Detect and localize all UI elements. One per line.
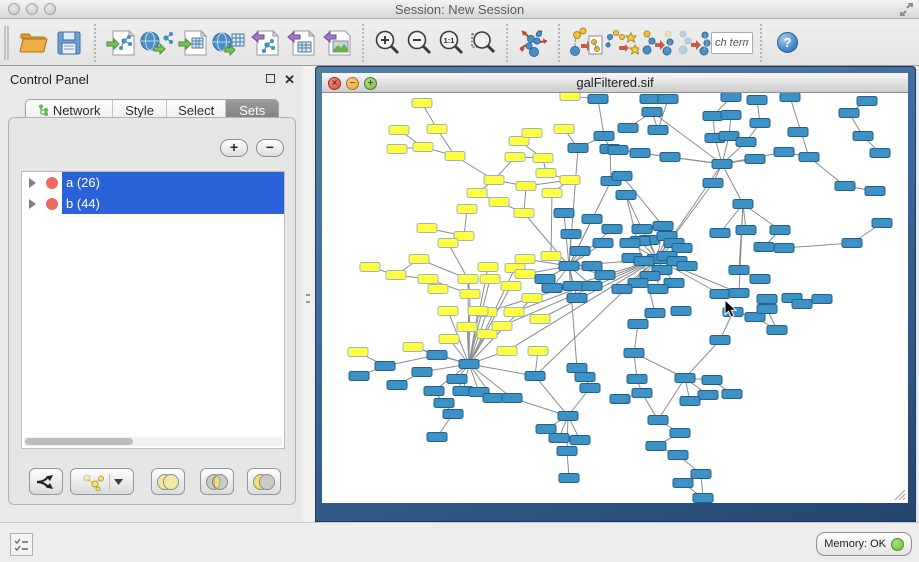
set-label: b (44) [66,193,100,214]
import-table-file-icon [177,28,209,58]
toolbar-drag-handle[interactable] [4,26,9,60]
svg-text:1:1: 1:1 [444,36,455,45]
zoom-actual-size-icon: 1:1 [437,29,465,57]
select-from-file-icon [567,26,603,60]
sets-panel: + − a (26) b (44) [8,117,296,505]
import-network-url-icon [140,28,174,58]
export-image-button[interactable] [319,24,355,62]
zoom-in-button[interactable] [371,24,403,62]
network-canvas[interactable] [322,93,908,503]
export-network-icon [250,28,280,58]
apply-layout-button[interactable] [515,24,551,62]
export-image-icon [322,28,352,58]
import-network-url-button[interactable] [139,24,175,62]
task-history-button[interactable] [10,533,33,556]
zoom-out-button[interactable] [403,24,435,62]
network-frame[interactable]: × − + galFiltered.sif [315,66,916,522]
import-network-file-button[interactable] [103,24,139,62]
memory-ok-indicator [891,538,904,551]
set-color-dot [46,198,58,210]
export-table-button[interactable] [283,24,319,62]
network-graph[interactable] [322,93,908,503]
save-session-button[interactable] [51,24,87,62]
sets-list: a (26) b (44) [21,171,285,449]
open-session-button[interactable] [15,24,51,62]
deselect-all-button[interactable] [675,24,711,62]
expander-icon[interactable] [29,178,36,188]
expander-icon[interactable] [29,199,36,209]
toolbar-separator [362,24,364,62]
zoom-out-icon [405,29,433,57]
apply-layout-icon [516,27,550,59]
resize-grip-icon[interactable] [893,488,905,500]
toolbar-separator [558,24,560,62]
select-from-file-button[interactable] [567,24,603,62]
network-tab-icon [38,104,49,117]
set-label: a (26) [66,172,100,193]
venn-difference-icon [251,473,277,491]
toolbar-separator [760,24,762,62]
control-panel-header: Control Panel ✕ [0,66,302,93]
node-set-icon [81,473,105,491]
toolbar-separator [506,24,508,62]
split-sets-button[interactable] [29,468,63,495]
fullscreen-icon[interactable] [899,3,914,16]
first-neighbors-button[interactable] [603,24,639,62]
control-panel-title: Control Panel [10,72,89,87]
zoom-in-icon [373,29,401,57]
import-network-file-icon [105,28,137,58]
network-frame-titlebar[interactable]: × − + galFiltered.sif [322,73,908,93]
import-table-url-button[interactable] [211,24,247,62]
list-item[interactable]: b (44) [22,193,284,214]
memory-status-button[interactable]: Memory: OK [816,532,912,556]
select-all-icon [639,27,675,59]
mdi-desktop: × − + galFiltered.sif [315,66,919,522]
splitter-grip[interactable] [306,294,310,303]
venn-union-icon [155,473,181,491]
window-titlebar: Session: New Session [0,0,919,19]
button-divider [109,474,110,490]
list-item[interactable]: a (26) [22,172,284,193]
scrollbar-thumb[interactable] [25,438,133,445]
main-toolbar: 1:1 [0,20,919,66]
memory-status-label: Memory: OK [824,538,886,550]
import-table-file-button[interactable] [175,24,211,62]
control-panel: Control Panel ✕ Network Style Select Set… [0,66,302,522]
intersection-button[interactable] [200,468,234,495]
deselect-all-icon [675,27,711,59]
import-table-url-icon [212,28,246,58]
status-bar: Memory: OK [0,522,919,562]
help-button[interactable]: ? [777,32,798,53]
add-set-button[interactable]: + [220,139,248,157]
close-panel-icon[interactable]: ✕ [284,72,295,88]
mouse-cursor-icon [724,299,737,318]
open-session-icon [18,30,48,56]
app-window: Session: New Session [0,0,919,562]
save-session-icon [56,30,82,56]
task-list-icon [14,538,29,552]
window-title: Session: New Session [0,0,919,19]
zoom-fit-icon [469,29,497,57]
union-button[interactable] [151,468,185,495]
chevron-down-icon [114,479,123,485]
network-frame-title: galFiltered.sif [322,73,908,93]
split-arrow-icon [35,473,57,491]
zoom-fit-button[interactable] [467,24,499,62]
first-neighbors-icon [603,27,639,59]
remove-set-button[interactable]: − [256,139,284,157]
search-input[interactable] [711,32,753,54]
export-network-button[interactable] [247,24,283,62]
horizontal-scrollbar[interactable] [24,437,282,446]
float-panel-icon[interactable] [266,74,275,83]
select-all-button[interactable] [639,24,675,62]
export-table-icon [286,28,316,58]
create-set-dropdown-button[interactable] [70,468,134,495]
panel-splitter[interactable] [302,66,315,522]
difference-button[interactable] [247,468,281,495]
toolbar-separator [94,24,96,62]
set-color-dot [46,177,58,189]
zoom-actual-size-button[interactable]: 1:1 [435,24,467,62]
venn-intersection-icon [204,473,230,491]
